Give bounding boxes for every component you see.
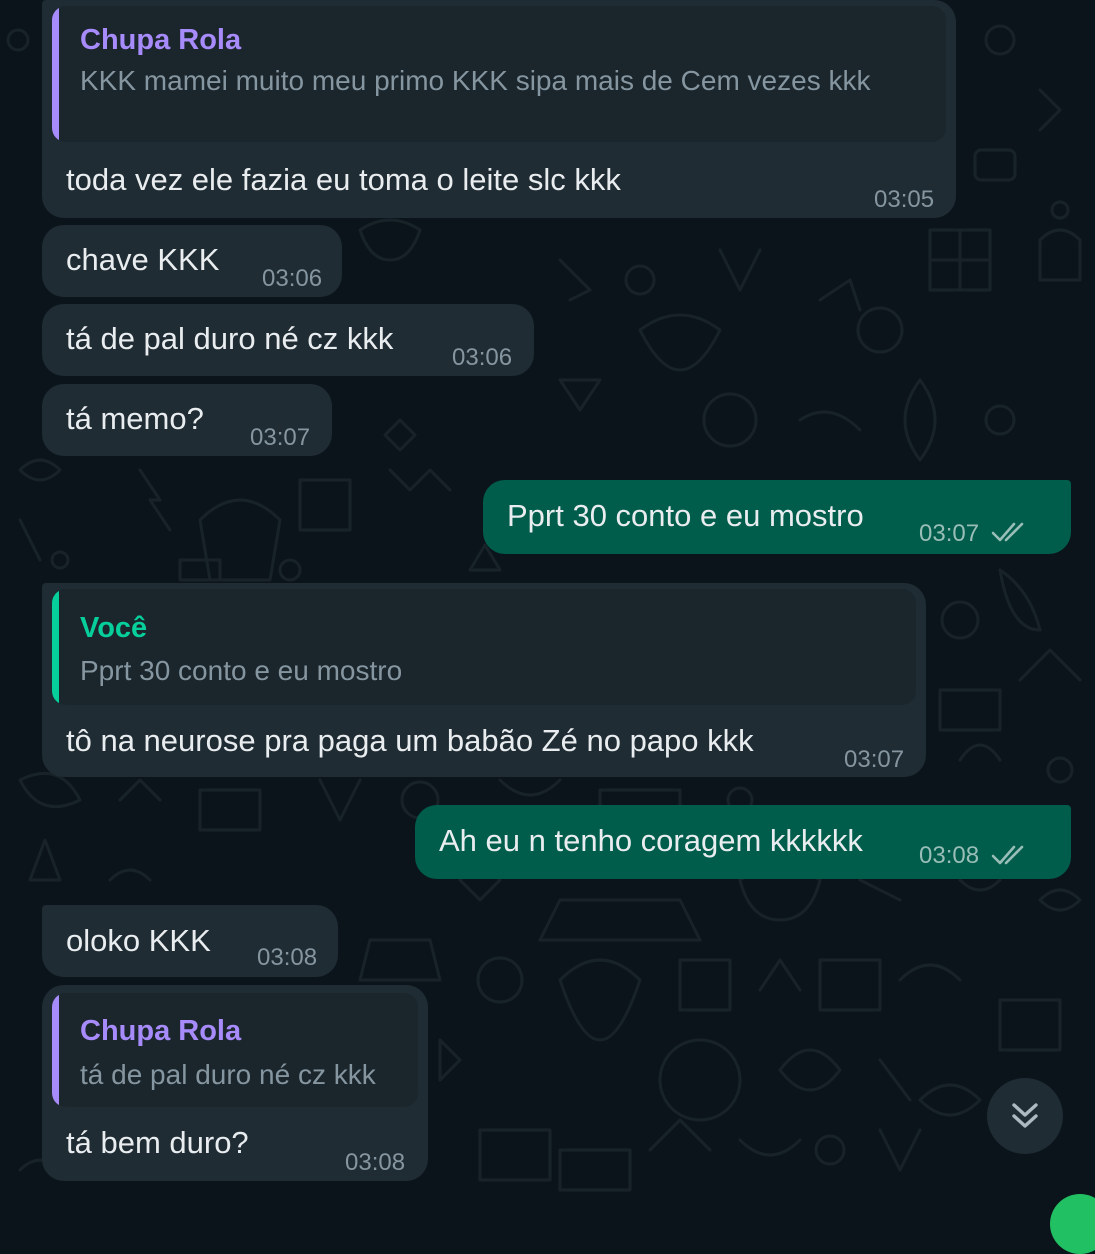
message-bubble-incoming[interactable]: Chupa Rola tá de pal duro né cz kkk tá b… [42, 985, 428, 1181]
reply-accent-bar [52, 589, 59, 705]
message-time: 03:08 [919, 842, 980, 869]
message-text: tá de pal duro né cz kkk [66, 321, 394, 356]
reply-accent-bar [52, 993, 59, 1107]
reply-text: KKK mamei muito meu primo KKK sipa mais … [80, 65, 871, 96]
message-bubble-incoming[interactable]: tá de pal duro né cz kkk 03:06 [42, 304, 534, 376]
reply-sender-name: Você [80, 612, 148, 644]
message-text: chave KKK [66, 242, 220, 277]
reply-sender-name: Chupa Rola [80, 24, 242, 56]
fab-button-edge[interactable] [1050, 1194, 1095, 1254]
reply-text: Pprt 30 conto e eu mostro [80, 655, 403, 686]
reply-sender-name: Chupa Rola [80, 1015, 242, 1047]
message-text: tá memo? [66, 401, 204, 436]
message-text: tá bem duro? [66, 1125, 249, 1160]
message-time: 03:07 [844, 746, 905, 773]
message-time: 03:07 [919, 520, 980, 547]
message-text: toda vez ele fazia eu toma o leite slc k… [66, 162, 621, 197]
message-text: oloko KKK [66, 923, 211, 958]
message-bubble-incoming[interactable]: chave KKK 03:06 [42, 225, 342, 297]
message-bubble-outgoing[interactable]: Ah eu n tenho coragem kkkkkk 03:08 [415, 805, 1071, 879]
reply-quote[interactable]: Chupa Rola tá de pal duro né cz kkk [52, 993, 418, 1107]
double-check-icon [991, 522, 1024, 542]
message-time: 03:08 [257, 944, 318, 971]
scroll-to-bottom-button[interactable] [987, 1078, 1063, 1154]
reply-quote[interactable]: Você Pprt 30 conto e eu mostro [52, 589, 916, 705]
message-time: 03:08 [345, 1149, 406, 1176]
message-bubble-incoming[interactable]: Você Pprt 30 conto e eu mostro tô na neu… [42, 583, 926, 777]
message-time: 03:06 [262, 265, 323, 292]
message-bubble-incoming[interactable]: Chupa Rola KKK mamei muito meu primo KKK… [42, 0, 956, 218]
message-bubble-outgoing[interactable]: Pprt 30 conto e eu mostro 03:07 [483, 480, 1071, 554]
message-time: 03:05 [874, 186, 935, 213]
reply-quote[interactable]: Chupa Rola KKK mamei muito meu primo KKK… [52, 6, 946, 142]
double-check-icon [991, 845, 1024, 865]
message-time: 03:07 [250, 424, 311, 451]
chevrons-down-icon [1012, 1103, 1038, 1128]
message-text: tô na neurose pra paga um babão Zé no pa… [66, 723, 754, 758]
message-bubble-incoming[interactable]: tá memo? 03:07 [42, 384, 332, 456]
message-time: 03:06 [452, 344, 513, 371]
reply-text: tá de pal duro né cz kkk [80, 1059, 376, 1090]
message-text: Pprt 30 conto e eu mostro [507, 498, 864, 533]
reply-accent-bar [52, 6, 59, 142]
message-text: Ah eu n tenho coragem kkkkkk [439, 823, 863, 858]
message-bubble-incoming[interactable]: oloko KKK 03:08 [42, 905, 338, 977]
